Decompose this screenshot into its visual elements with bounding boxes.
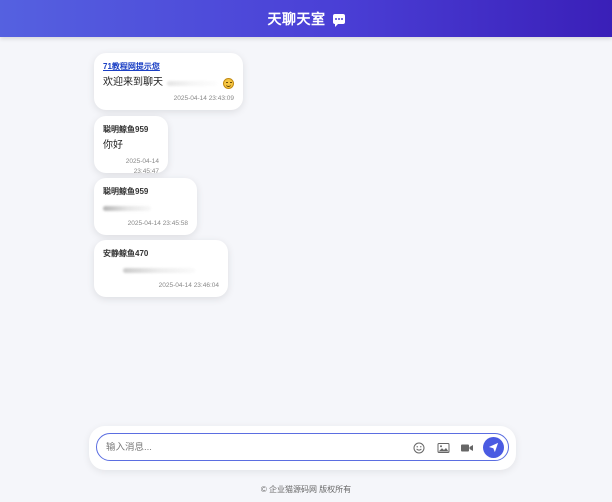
- message-time: 2025-04-14 23:43:09: [173, 95, 234, 102]
- message-sender: 聪明鲸鱼959: [103, 125, 149, 134]
- chat-header: 天聊天室: [0, 0, 612, 37]
- message-sender: 聪明鲸鱼959: [103, 187, 149, 196]
- send-icon: [488, 442, 499, 453]
- message-bubble: 71教程网提示您 欢迎来到聊天 2025-04-14 23:43:09: [94, 53, 243, 110]
- video-icon[interactable]: [460, 441, 474, 455]
- blurred-image: [103, 205, 151, 211]
- chat-bubble-icon: [332, 13, 345, 27]
- footer-copyright: © 企业猫源码网 版权所有: [260, 485, 352, 494]
- blurred-text: [167, 80, 217, 86]
- message-list[interactable]: 71教程网提示您 欢迎来到聊天 2025-04-14 23:43:09 聪明鲸鱼…: [0, 37, 612, 427]
- message-text-row: 欢迎来到聊天: [103, 75, 234, 91]
- composer-card: [89, 426, 516, 470]
- emoji-icon[interactable]: [412, 441, 426, 455]
- message-input[interactable]: [106, 441, 396, 453]
- message-text: 欢迎来到聊天: [103, 77, 163, 88]
- message-time: 2025-04-14 23:45:58: [127, 220, 188, 227]
- send-button[interactable]: [483, 437, 504, 458]
- message-time: 2025-04-14 23:45:47: [125, 158, 159, 175]
- message-time: 2025-04-14 23:46:04: [158, 282, 219, 289]
- message-sender: 安静鲸鱼470: [103, 249, 149, 258]
- message-bubble: 聪明鲸鱼959 你好 2025-04-14 23:45:47: [94, 116, 168, 175]
- message-text-row: [103, 262, 219, 278]
- page-title: 天聊天室: [267, 10, 326, 27]
- message-text: 你好: [103, 140, 123, 151]
- message-sender-link[interactable]: 71教程网提示您: [103, 61, 234, 73]
- message-bubble: 安静鲸鱼470 2025-04-14 23:46:04: [94, 240, 228, 297]
- composer-box: [96, 433, 509, 461]
- blurred-image: [123, 267, 195, 273]
- smiley-emoji-icon: [223, 77, 234, 89]
- message-text-row: [103, 200, 188, 216]
- message-bubble: 聪明鲸鱼959 2025-04-14 23:45:58: [94, 178, 197, 235]
- image-icon[interactable]: [436, 441, 450, 455]
